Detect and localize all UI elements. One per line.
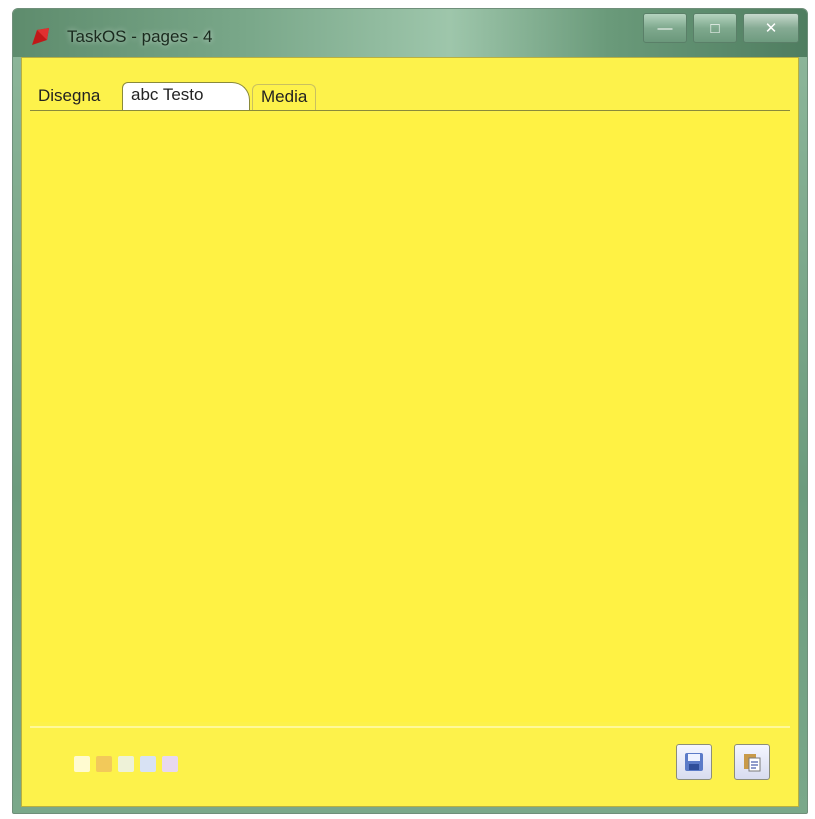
paste-button[interactable] [734,744,770,780]
close-button[interactable]: ✕ [743,13,799,43]
tab-testo[interactable]: abc Testo [122,82,250,110]
save-button[interactable] [676,744,712,780]
note-text-area[interactable] [30,114,790,722]
save-icon [685,753,703,771]
note-window: TaskOS - pages - 4 — □ ✕ Disegna abc Tes… [12,8,808,814]
titlebar[interactable]: TaskOS - pages - 4 — □ ✕ [13,9,807,57]
tab-media[interactable]: Media [252,84,317,110]
color-swatches [74,756,178,772]
maximize-button[interactable]: □ [693,13,737,43]
color-swatch-3[interactable] [118,756,134,772]
paste-icon [744,754,761,772]
minimize-button[interactable]: — [643,13,687,43]
color-swatch-4[interactable] [140,756,156,772]
tab-strip: Disegna abc Testo Media [30,76,790,111]
window-title: TaskOS - pages - 4 [67,27,213,46]
note-body: Disegna abc Testo Media [21,57,799,807]
app-icon [32,28,49,45]
color-swatch-2[interactable] [96,756,112,772]
caption-buttons: — □ ✕ [643,13,799,43]
color-swatch-5[interactable] [162,756,178,772]
color-swatch-1[interactable] [74,756,90,772]
tab-disegna[interactable]: Disegna [30,84,108,110]
footer-divider [30,726,790,728]
